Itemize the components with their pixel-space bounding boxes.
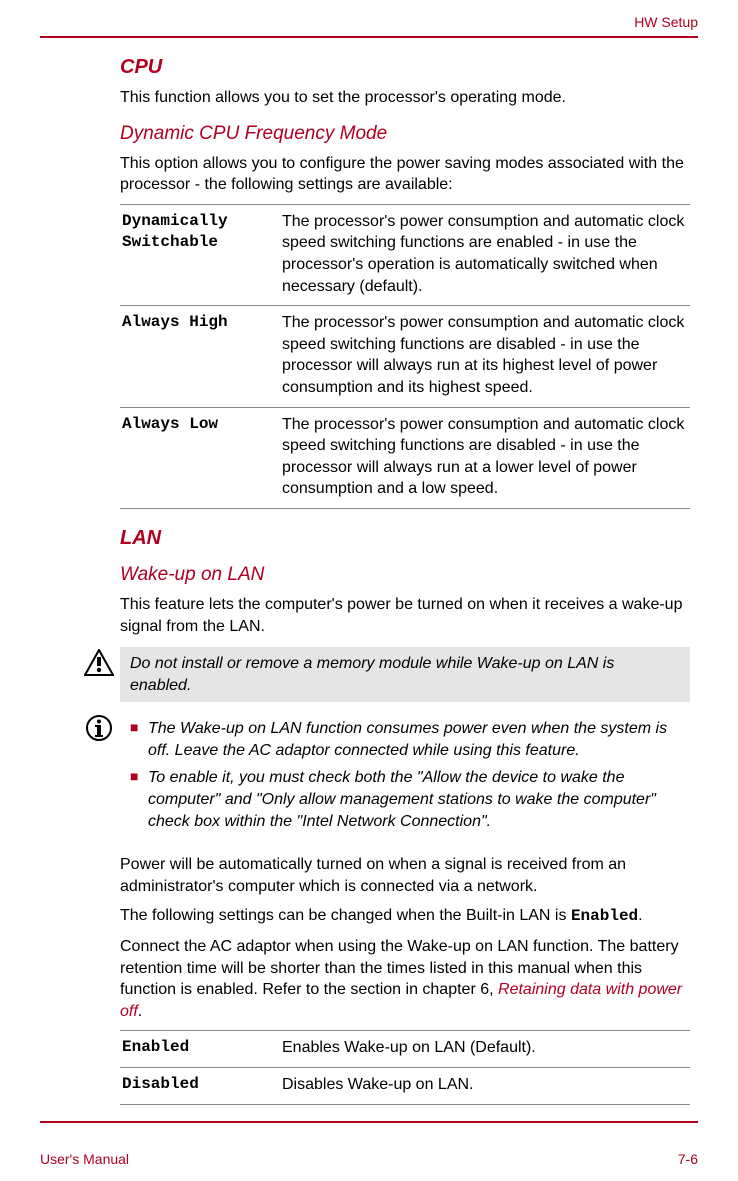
setting-desc: The processor's power consumption and au… [280, 306, 690, 407]
footer: User's Manual 7-6 [40, 1151, 698, 1167]
cpu-freq-intro: This option allows you to configure the … [120, 153, 690, 196]
cpu-freq-heading: Dynamic CPU Frequency Mode [120, 123, 690, 145]
header-section: HW Setup [40, 14, 698, 30]
wol-p2b: Enabled [571, 907, 638, 925]
list-item: ■The Wake-up on LAN function consumes po… [130, 718, 680, 761]
cpu-heading: CPU [120, 56, 690, 79]
wol-table: Enabled Enables Wake-up on LAN (Default)… [120, 1030, 690, 1104]
warning-icon [78, 647, 120, 677]
info-item-1: To enable it, you must check both the "A… [148, 767, 680, 832]
info-note: ■The Wake-up on LAN function consumes po… [78, 712, 690, 844]
info-text: ■The Wake-up on LAN function consumes po… [120, 712, 690, 844]
wol-p3: Connect the AC adaptor when using the Wa… [120, 936, 690, 1022]
wol-p2c: . [638, 907, 642, 924]
setting-desc: Disables Wake-up on LAN. [280, 1068, 690, 1105]
wol-intro: This feature lets the computer's power b… [120, 594, 690, 637]
setting-desc: Enables Wake-up on LAN (Default). [280, 1031, 690, 1068]
table-row: Disabled Disables Wake-up on LAN. [120, 1068, 690, 1105]
info-icon [78, 712, 120, 742]
table-row: Always High The processor's power consum… [120, 306, 690, 407]
lan-heading: LAN [120, 527, 690, 550]
warning-text: Do not install or remove a memory module… [120, 647, 690, 702]
header-rule [40, 36, 698, 38]
table-row: Enabled Enables Wake-up on LAN (Default)… [120, 1031, 690, 1068]
bullet-icon: ■ [130, 718, 148, 761]
footer-rule [40, 1121, 698, 1123]
content: CPU This function allows you to set the … [120, 56, 690, 1105]
setting-desc: The processor's power consumption and au… [280, 204, 690, 305]
table-row: Dynamically Switchable The processor's p… [120, 204, 690, 305]
wol-heading: Wake-up on LAN [120, 564, 690, 586]
warning-note: Do not install or remove a memory module… [78, 647, 690, 702]
page: HW Setup CPU This function allows you to… [0, 0, 738, 1181]
wol-p2a: The following settings can be changed wh… [120, 907, 571, 924]
wol-p1: Power will be automatically turned on wh… [120, 854, 690, 897]
info-item-0: The Wake-up on LAN function consumes pow… [148, 718, 680, 761]
footer-left: User's Manual [40, 1151, 129, 1167]
list-item: ■To enable it, you must check both the "… [130, 767, 680, 832]
setting-key: Disabled [120, 1068, 280, 1105]
wol-p3b: . [138, 1003, 142, 1020]
setting-key: Always Low [120, 407, 280, 508]
wol-p2: The following settings can be changed wh… [120, 905, 690, 928]
cpu-freq-table: Dynamically Switchable The processor's p… [120, 204, 690, 509]
setting-key: Always High [120, 306, 280, 407]
setting-desc: The processor's power consumption and au… [280, 407, 690, 508]
setting-key: Dynamically Switchable [120, 204, 280, 305]
table-row: Always Low The processor's power consump… [120, 407, 690, 508]
bullet-icon: ■ [130, 767, 148, 832]
footer-right: 7-6 [678, 1151, 698, 1167]
setting-key: Enabled [120, 1031, 280, 1068]
cpu-intro: This function allows you to set the proc… [120, 87, 690, 109]
